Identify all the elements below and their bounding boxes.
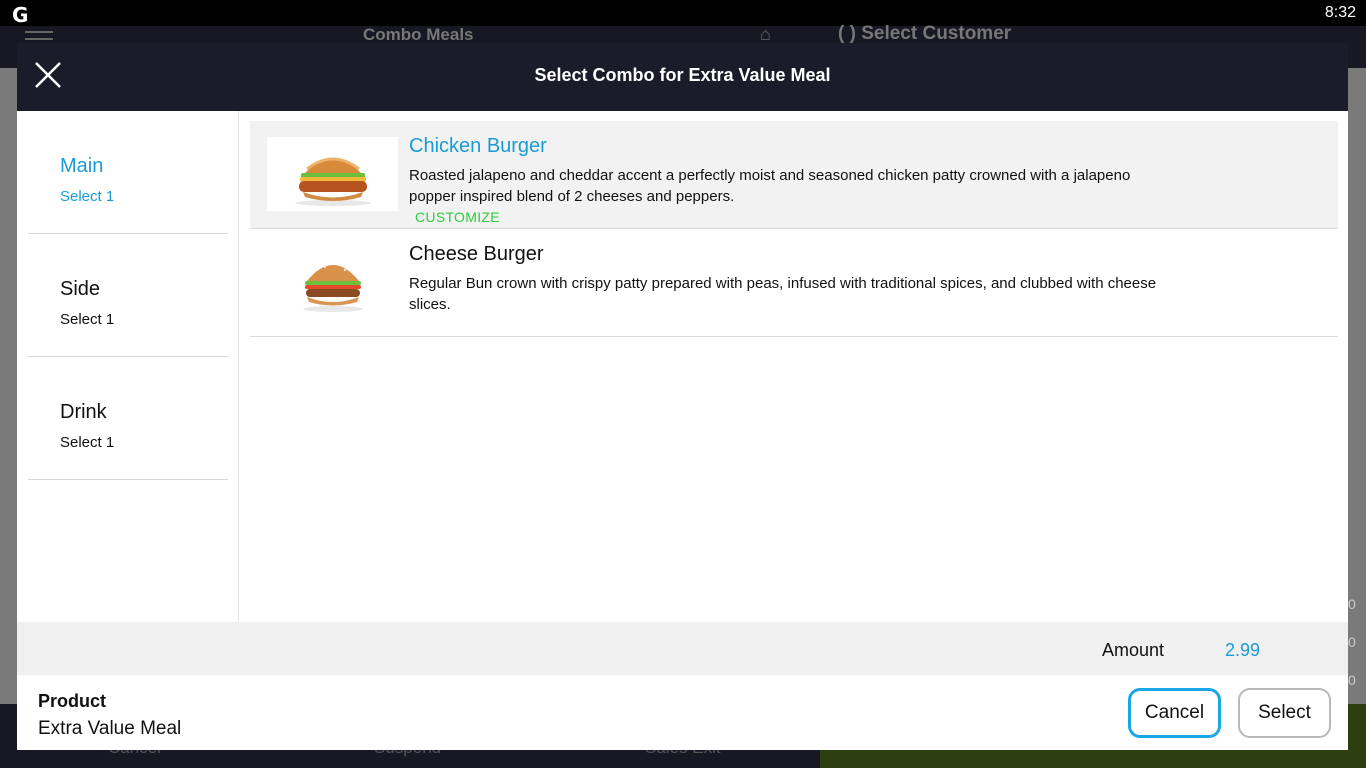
product-value: Extra Value Meal	[38, 718, 182, 739]
item-name: Cheese Burger	[409, 243, 544, 265]
combo-dialog: Select Combo for Extra Value Meal Main S…	[17, 43, 1348, 750]
category-main[interactable]: Main Select 1	[28, 111, 228, 234]
amount-label: Amount	[1102, 640, 1165, 660]
status-bar: G 8:32	[0, 0, 1366, 27]
category-name: Side	[60, 278, 101, 300]
edge-fragment: 0	[1348, 596, 1356, 612]
dialog-header: Select Combo for Extra Value Meal	[17, 43, 1348, 111]
chicken-burger-image	[267, 137, 398, 211]
edge-fragment: 0	[1348, 672, 1356, 688]
product-label: Product	[38, 691, 107, 711]
list-item-chicken-burger[interactable]: Chicken Burger Roasted jalapeno and ched…	[250, 121, 1338, 229]
amount-bar: Amount 2.99	[17, 622, 1348, 675]
cheese-burger-image	[267, 245, 398, 319]
list-item-cheese-burger[interactable]: Cheese Burger Regular Bun crown with cri…	[250, 229, 1338, 337]
select-button[interactable]: Select	[1238, 688, 1331, 738]
category-drink[interactable]: Drink Select 1	[28, 357, 228, 480]
category-name: Drink	[60, 401, 107, 423]
cancel-button[interactable]: Cancel	[1128, 688, 1221, 738]
customize-link[interactable]: CUSTOMIZE	[415, 209, 500, 225]
item-description: Roasted jalapeno and cheddar accent a pe…	[409, 167, 1131, 205]
category-rule: Select 1	[60, 311, 115, 328]
category-side[interactable]: Side Select 1	[28, 234, 228, 357]
background-title: Combo Meals	[363, 25, 474, 44]
item-description: Regular Bun crown with crispy patty prep…	[409, 275, 1157, 313]
dialog-title: Select Combo for Extra Value Meal	[534, 65, 831, 85]
category-rule: Select 1	[60, 434, 115, 451]
clock: 8:32	[1324, 4, 1356, 21]
item-list: Chicken Burger Roasted jalapeno and ched…	[250, 111, 1338, 622]
dialog-footer: Product Extra Value Meal Cancel Select	[17, 675, 1348, 750]
item-name: Chicken Burger	[409, 135, 547, 157]
select-customer: ( ) Select Customer	[838, 23, 1012, 44]
category-sidebar: Main Select 1 Side Select 1 Drink Select…	[17, 111, 239, 622]
home-icon: ⌂	[760, 24, 771, 44]
category-name: Main	[60, 155, 104, 177]
category-rule: Select 1	[60, 188, 115, 205]
edge-fragment: 0	[1348, 634, 1356, 650]
app-logo: G	[12, 3, 29, 27]
amount-value: 2.99	[1225, 640, 1261, 660]
